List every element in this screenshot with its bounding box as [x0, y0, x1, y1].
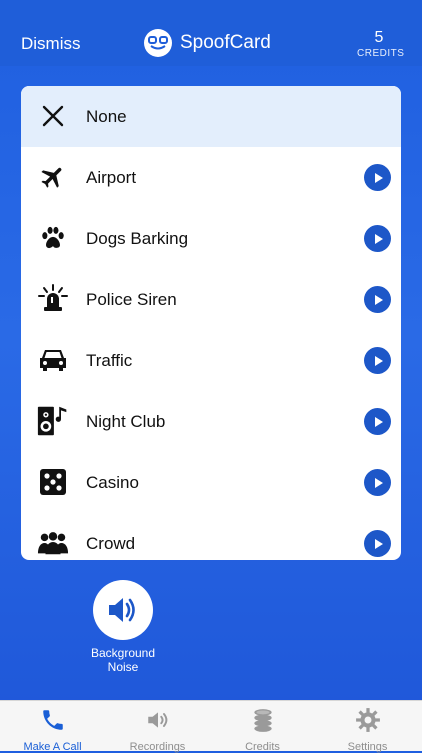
speaker-icon [109, 598, 135, 622]
credits-label: CREDITS [357, 48, 405, 59]
background-noise-button[interactable] [93, 580, 153, 640]
play-icon[interactable] [364, 408, 391, 435]
tab-label: Recordings [129, 741, 186, 753]
noise-item-label: Traffic [86, 351, 133, 370]
speaker-icon [147, 712, 167, 728]
tab-bar: Make A Call Recordings Credits Settings [0, 700, 422, 753]
background-noise-label: Background Noise [88, 646, 158, 674]
noise-list: None Airport Dogs Barking Police Siren T… [21, 86, 401, 560]
noise-item-label: Casino [86, 473, 139, 492]
play-icon[interactable] [364, 469, 391, 496]
noise-item-police-siren[interactable]: Police Siren [21, 269, 401, 330]
background-noise-label-line2: Noise [107, 660, 139, 674]
close-icon [37, 100, 69, 132]
background-noise-label-line1: Background [90, 646, 156, 660]
background-noise-control[interactable]: Background Noise [88, 580, 158, 674]
noise-item-label: Crowd [86, 534, 136, 553]
noise-item-casino[interactable]: Casino [21, 452, 401, 513]
spoofcard-logo-icon [144, 29, 172, 57]
speaker-music-icon [37, 405, 69, 437]
phone-icon [42, 710, 63, 730]
noise-item-airport[interactable]: Airport [21, 147, 401, 208]
noise-item-label: Dogs Barking [86, 229, 189, 248]
noise-item-none[interactable]: None [21, 86, 401, 147]
noise-item-label: None [86, 107, 127, 126]
app-header: Dismiss SpoofCard 5 CREDITS [0, 0, 422, 66]
crowd-icon [37, 527, 69, 559]
play-icon[interactable] [364, 286, 391, 313]
noise-item-label: Night Club [86, 412, 166, 431]
tab-label: Make A Call [23, 741, 82, 753]
play-icon[interactable] [364, 225, 391, 252]
noise-item-night-club[interactable]: Night Club [21, 391, 401, 452]
play-icon[interactable] [364, 347, 391, 374]
noise-item-label: Airport [86, 168, 137, 187]
noise-item-traffic[interactable]: Traffic [21, 330, 401, 391]
play-icon[interactable] [364, 164, 391, 191]
brand-name: SpoofCard [180, 32, 271, 53]
tab-recordings[interactable]: Recordings [105, 701, 210, 753]
dismiss-button[interactable]: Dismiss [21, 34, 81, 54]
tab-label: Credits [245, 741, 280, 753]
paw-icon [37, 222, 69, 254]
noise-item-dogs-barking[interactable]: Dogs Barking [21, 208, 401, 269]
tab-settings[interactable]: Settings [315, 701, 420, 753]
tab-credits[interactable]: Credits [210, 701, 315, 753]
brand: SpoofCard [144, 29, 271, 57]
credits-indicator: 5 CREDITS [357, 29, 405, 60]
coins-icon [253, 709, 272, 732]
gear-icon [355, 708, 380, 732]
siren-icon [37, 283, 69, 315]
credits-count: 5 [374, 29, 384, 46]
airplane-icon [37, 161, 69, 193]
dice-icon [37, 466, 69, 498]
car-icon [37, 344, 69, 376]
tab-make-a-call[interactable]: Make A Call [0, 701, 105, 753]
tab-label: Settings [347, 741, 388, 753]
play-icon[interactable] [364, 530, 391, 557]
noise-item-label: Police Siren [86, 290, 177, 309]
noise-item-crowd[interactable]: Crowd [21, 513, 401, 560]
